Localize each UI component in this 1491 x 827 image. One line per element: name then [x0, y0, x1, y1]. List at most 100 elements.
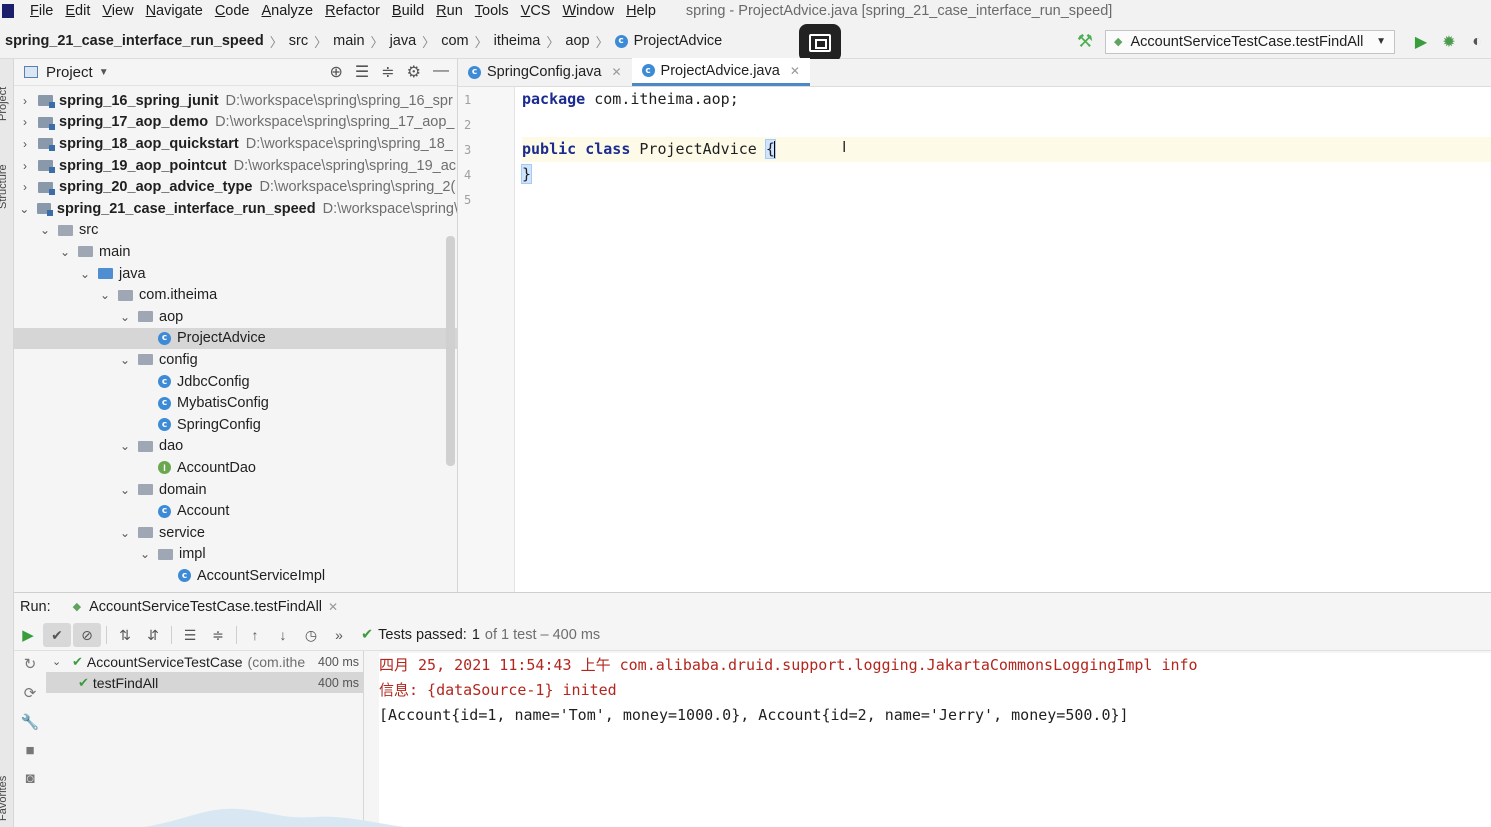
tree-item[interactable]: ⌄ service — [14, 522, 457, 544]
close-icon[interactable]: ✕ — [328, 600, 338, 614]
wrench-icon[interactable]: 🔧 — [21, 713, 40, 731]
test-case-row[interactable]: ✔ testFindAll 400 ms — [46, 672, 363, 693]
more-icon[interactable]: » — [325, 623, 353, 647]
tree-item[interactable]: › spring_20_aop_advice_type D:\workspace\s… — [14, 176, 457, 198]
tree-item[interactable]: › spring_17_aop_demo D:\workspace\spring\s… — [14, 112, 457, 134]
menu-tools[interactable]: Tools — [469, 3, 515, 19]
chevron-right-icon[interactable]: › — [18, 180, 32, 194]
breadcrumb-aop[interactable]: aop — [565, 33, 589, 49]
tree-item[interactable]: ⌄ main — [14, 241, 457, 263]
run-tab-label[interactable]: AccountServiceTestCase.testFindAll — [89, 599, 322, 615]
menu-build[interactable]: Build — [386, 3, 430, 19]
tree-item[interactable]: c AccountServiceImpl — [14, 565, 457, 587]
close-icon[interactable]: ✕ — [611, 65, 621, 79]
chevron-down-icon[interactable]: ⌄ — [78, 267, 92, 281]
chevron-down-icon[interactable]: ⌄ — [118, 310, 132, 324]
favorites-tool-tab[interactable]: Favorites — [0, 776, 9, 821]
chevron-down-icon[interactable]: ⌄ — [118, 353, 132, 367]
gear-icon[interactable]: ⚙ — [407, 62, 421, 82]
tree-item[interactable]: ⌄ aop — [14, 306, 457, 328]
debug-bug-icon[interactable]: ✹ — [1435, 32, 1463, 52]
breadcrumb-itheima[interactable]: itheima — [494, 33, 541, 49]
menu-edit[interactable]: Edit — [59, 3, 96, 19]
rerun-failed-icon[interactable]: ↻ — [24, 655, 37, 673]
chevron-down-icon[interactable]: ⌄ — [58, 245, 72, 259]
tree-item[interactable]: ⌄ src — [14, 220, 457, 242]
build-hammer-icon[interactable]: ⚒ — [1077, 31, 1093, 52]
structure-tool-tab[interactable]: Structure — [0, 164, 9, 209]
tree-item[interactable]: I AccountDao — [14, 457, 457, 479]
sort-duration-icon[interactable]: ⇵ — [139, 623, 167, 647]
coverage-icon[interactable]: ◐ — [1463, 33, 1491, 51]
arrow-up-icon[interactable]: ↑ — [241, 623, 269, 647]
breadcrumb-main[interactable]: main — [333, 33, 364, 49]
tree-item[interactable]: › spring_18_aop_quickstart D:\workspace\sp… — [14, 133, 457, 155]
rerun-icon[interactable]: ▶ — [14, 623, 42, 647]
show-passed-icon[interactable]: ✔ — [43, 623, 71, 647]
collapse-all-icon[interactable]: ≑ — [381, 62, 394, 82]
screen-capture-overlay-button[interactable] — [799, 24, 841, 62]
minimize-icon[interactable]: — — [433, 62, 449, 82]
tree-item[interactable]: › spring_16_spring_junit D:\workspace\spri… — [14, 90, 457, 112]
tree-item[interactable]: ⌄ impl — [14, 544, 457, 566]
tree-item[interactable]: c MybatisConfig — [14, 392, 457, 414]
expand-all-icon[interactable]: ☰ — [176, 623, 204, 647]
collapse-all-icon[interactable]: ≑ — [204, 623, 232, 647]
menu-file[interactable]: File — [24, 3, 59, 19]
toggle-auto-test-icon[interactable]: ⟳ — [24, 684, 37, 702]
show-ignored-icon[interactable]: ⊘ — [73, 623, 101, 647]
breadcrumb-project[interactable]: spring_21_case_interface_run_speed — [5, 33, 264, 49]
tab-springconfig[interactable]: c SpringConfig.java ✕ — [458, 58, 632, 86]
test-history-icon[interactable]: ◷ — [297, 623, 325, 647]
chevron-down-icon[interactable]: ⌄ — [52, 655, 66, 668]
run-configuration-select[interactable]: ◆ AccountServiceTestCase.testFindAll ▼ — [1105, 29, 1395, 54]
project-tool-tab[interactable]: Project — [0, 87, 9, 121]
console-output[interactable]: 四月 25, 2021 11:54:43 上午 com.alibaba.drui… — [379, 653, 1491, 827]
menu-vcs[interactable]: VCS — [515, 3, 557, 19]
menu-run[interactable]: Run — [430, 3, 469, 19]
tree-item[interactable]: › spring_19_aop_pointcut D:\workspace\spri… — [14, 155, 457, 177]
chevron-right-icon[interactable]: › — [18, 115, 32, 129]
tree-scrollbar[interactable] — [446, 236, 455, 466]
tree-item[interactable]: ⌄ spring_21_case_interface_run_speed D:\wo… — [14, 198, 457, 220]
tree-item[interactable]: ⌄ config — [14, 349, 457, 371]
close-icon[interactable]: ✕ — [790, 64, 800, 78]
chevron-down-icon[interactable]: ▼ — [99, 67, 109, 78]
chevron-right-icon[interactable]: › — [18, 159, 32, 173]
tree-item[interactable]: c ProjectAdvice — [14, 327, 457, 350]
chevron-right-icon[interactable]: › — [18, 94, 32, 108]
camera-icon[interactable]: ◙ — [25, 770, 34, 787]
arrow-down-icon[interactable]: ↓ — [269, 623, 297, 647]
menu-navigate[interactable]: Navigate — [140, 3, 209, 19]
run-icon[interactable]: ▶ — [1407, 32, 1435, 52]
chevron-right-icon[interactable]: › — [18, 137, 32, 151]
test-suite-row[interactable]: ⌄ ✔ AccountServiceTestCase (com.ithe 400… — [46, 651, 363, 672]
breadcrumb-java[interactable]: java — [390, 33, 417, 49]
menu-analyze[interactable]: Analyze — [256, 3, 320, 19]
code-area[interactable]: package com.itheima.aop; public class Pr… — [520, 87, 1491, 592]
tree-item[interactable]: ⌄ java — [14, 263, 457, 285]
expand-all-icon[interactable]: ☰ — [355, 62, 369, 82]
tab-projectadvice[interactable]: c ProjectAdvice.java ✕ — [631, 58, 810, 86]
menu-code[interactable]: Code — [209, 3, 256, 19]
chevron-down-icon[interactable]: ⌄ — [118, 483, 132, 497]
tree-item[interactable]: ⌄ domain — [14, 479, 457, 501]
tree-item[interactable]: ⌄ com.itheima — [14, 284, 457, 306]
tree-item[interactable]: c SpringConfig — [14, 414, 457, 436]
sort-alpha-icon[interactable]: ⇅ — [111, 623, 139, 647]
chevron-down-icon[interactable]: ⌄ — [18, 202, 31, 216]
menu-help[interactable]: Help — [620, 3, 662, 19]
chevron-down-icon[interactable]: ⌄ — [38, 223, 52, 237]
breadcrumb-com[interactable]: com — [441, 33, 468, 49]
chevron-down-icon[interactable]: ⌄ — [118, 439, 132, 453]
breadcrumb-src[interactable]: src — [289, 33, 308, 49]
breadcrumb-projectadvice[interactable]: ProjectAdvice — [634, 33, 723, 49]
project-panel-title[interactable]: Project — [46, 64, 93, 81]
tree-item[interactable]: c JdbcConfig — [14, 371, 457, 393]
menu-refactor[interactable]: Refactor — [319, 3, 386, 19]
tree-item[interactable]: c Account — [14, 500, 457, 522]
stop-icon[interactable]: ■ — [25, 742, 34, 759]
menu-window[interactable]: Window — [556, 3, 620, 19]
tree-item[interactable]: ⌄ dao — [14, 436, 457, 458]
chevron-down-icon[interactable]: ⌄ — [98, 288, 112, 302]
